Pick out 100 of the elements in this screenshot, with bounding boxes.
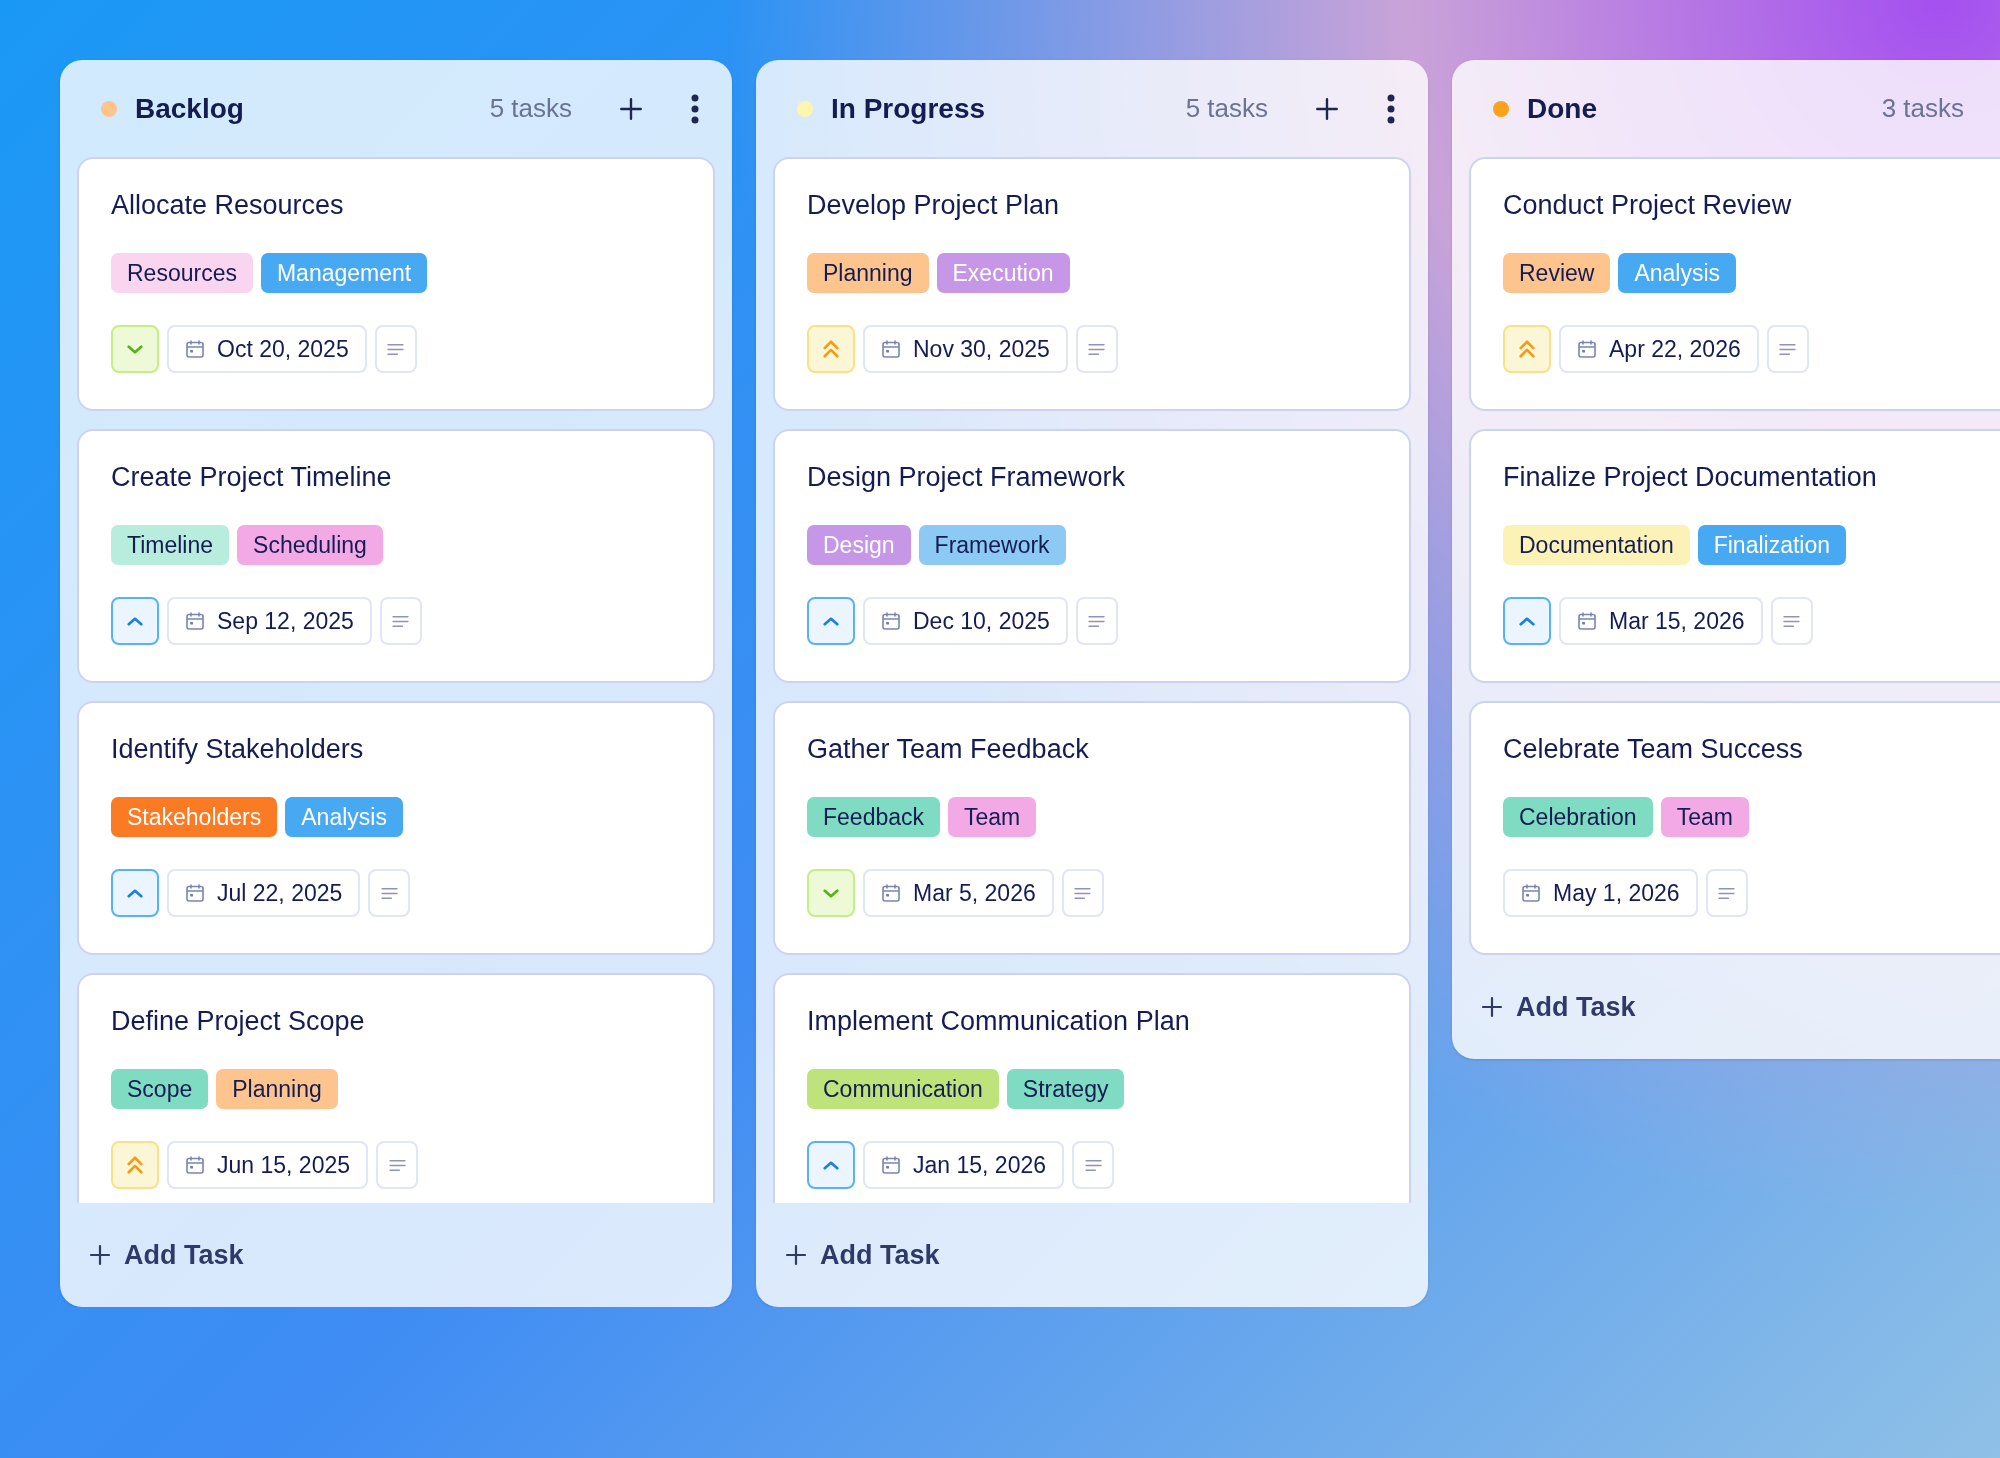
lines-icon [1084,1158,1102,1172]
tag: Planning [807,253,929,293]
tag: Analysis [1618,253,1737,293]
chevron-up-icon [126,887,144,899]
tag: Communication [807,1069,999,1109]
tag: Planning [216,1069,338,1109]
task-title: Develop Project Plan [807,189,1061,222]
notes-button[interactable] [379,597,422,645]
date-button[interactable]: Mar 15, 2026 [1559,597,1763,645]
lines-icon [1779,342,1797,356]
more-menu-icon[interactable] [690,93,700,124]
add-task-button[interactable]: Add Task [1452,955,1636,1059]
notes-button[interactable] [1705,869,1748,917]
tag: Resources [111,253,253,293]
calendar-icon [185,611,205,631]
task-card[interactable]: Conduct Project Review Review Analysis Apr 22, 2026 [1469,157,2000,411]
priority-button[interactable] [807,1141,855,1189]
date-button[interactable]: Jan 15, 2026 [863,1141,1064,1189]
priority-button[interactable] [807,597,855,645]
add-task-button[interactable]: Add Task [756,1203,940,1307]
notes-button[interactable] [1061,869,1104,917]
plus-icon [88,1243,112,1267]
lines-icon [1074,886,1092,900]
calendar-icon [881,1155,901,1175]
double-chevron-up-icon [822,339,840,359]
calendar-icon [1521,883,1541,903]
plus-icon [784,1243,808,1267]
tag: Management [260,253,428,293]
calendar-icon [881,339,901,359]
calendar-icon [1577,611,1597,631]
notes-button[interactable] [1766,325,1809,373]
tag: Execution [936,253,1070,293]
tag: Scheduling [237,525,383,565]
task-title: Conduct Project Review [1503,189,1793,222]
task-title: Define Project Scope [111,1005,366,1038]
date-button[interactable]: Mar 5, 2026 [863,869,1054,917]
chevron-up-icon [126,615,144,627]
lines-icon [392,614,410,628]
lines-icon [1783,614,1801,628]
lines-icon [380,886,398,900]
column-title: Done [1527,91,1597,126]
calendar-icon [1577,339,1597,359]
task-title: Allocate Resources [111,189,345,222]
notes-button[interactable] [1075,597,1118,645]
notes-button[interactable] [374,325,417,373]
tag: Analysis [285,797,403,837]
tag: Feedback [807,797,940,837]
lines-icon [1088,614,1106,628]
date-button[interactable]: Nov 30, 2025 [863,325,1068,373]
notes-button[interactable] [368,869,411,917]
more-menu-icon[interactable] [1386,93,1396,124]
add-icon[interactable] [618,95,644,122]
priority-button[interactable] [111,869,159,917]
add-task-button[interactable]: Add Task [60,1203,244,1307]
tag: Finalization [1697,525,1847,565]
lines-icon [388,1158,406,1172]
date-button[interactable]: Jun 15, 2025 [167,1141,368,1189]
task-count: 5 tasks [1185,92,1268,125]
task-card[interactable]: Gather Team Feedback Feedback Team Mar 5, 2026 [773,701,1411,955]
chevron-up-icon [822,1159,840,1171]
task-card[interactable]: Create Project Timeline Timeline Scheduling Sep 12, 2025 [77,429,715,683]
calendar-icon [185,1155,205,1175]
calendar-icon [185,339,205,359]
date-button[interactable]: Oct 20, 2025 [167,325,367,373]
date-button[interactable]: Dec 10, 2025 [863,597,1068,645]
task-title: Implement Communication Plan [807,1005,1191,1038]
task-card[interactable]: Implement Communication Plan Communication Strategy Jan 15, 2026 [773,973,1411,1203]
task-title: Identify Stakeholders [111,733,365,766]
notes-button[interactable] [376,1141,418,1189]
task-title: Finalize Project Documentation [1503,461,1878,494]
task-title: Celebrate Team Success [1503,733,1804,766]
task-card[interactable]: Finalize Project Documentation Documentation Finalization Mar 15, 2026 [1469,429,2000,683]
date-button[interactable]: May 1, 2026 [1503,869,1698,917]
lines-icon [387,342,405,356]
date-button[interactable]: Jul 22, 2025 [167,869,361,917]
date-button[interactable]: Sep 12, 2025 [167,597,372,645]
task-card[interactable]: Allocate Resources Resources Management Oct 20, 2025 [77,157,715,411]
task-card[interactable]: Identify Stakeholders Stakeholders Analysis Jul 22, 2025 [77,701,715,955]
lines-icon [1088,342,1106,356]
task-title: Create Project Timeline [111,461,393,494]
double-chevron-up-icon [1518,339,1536,359]
calendar-icon [881,883,901,903]
task-card[interactable]: Celebrate Team Success Celebration Team May 1, 2026 [1469,701,2000,955]
priority-button[interactable] [1503,597,1551,645]
notes-button[interactable] [1770,597,1813,645]
tag: Framework [918,525,1066,565]
tag: Scope [111,1069,209,1109]
priority-button[interactable] [111,597,159,645]
task-card[interactable]: Define Project Scope Scope Planning Jun 15, 2025 [77,973,715,1203]
task-card[interactable]: Develop Project Plan Planning Execution Nov 30, 2025 [773,157,1411,411]
notes-button[interactable] [1075,325,1118,373]
plus-icon [1480,995,1504,1019]
add-icon[interactable] [1314,95,1340,122]
task-card[interactable]: Design Project Framework Design Framework Dec 10, 2025 [773,429,1411,683]
chevron-down-icon [822,887,840,899]
tag: Stakeholders [111,797,278,837]
tag: Team [948,797,1037,837]
tag: Design [807,525,911,565]
notes-button[interactable] [1072,1141,1114,1189]
date-button[interactable]: Apr 22, 2026 [1559,325,1759,373]
